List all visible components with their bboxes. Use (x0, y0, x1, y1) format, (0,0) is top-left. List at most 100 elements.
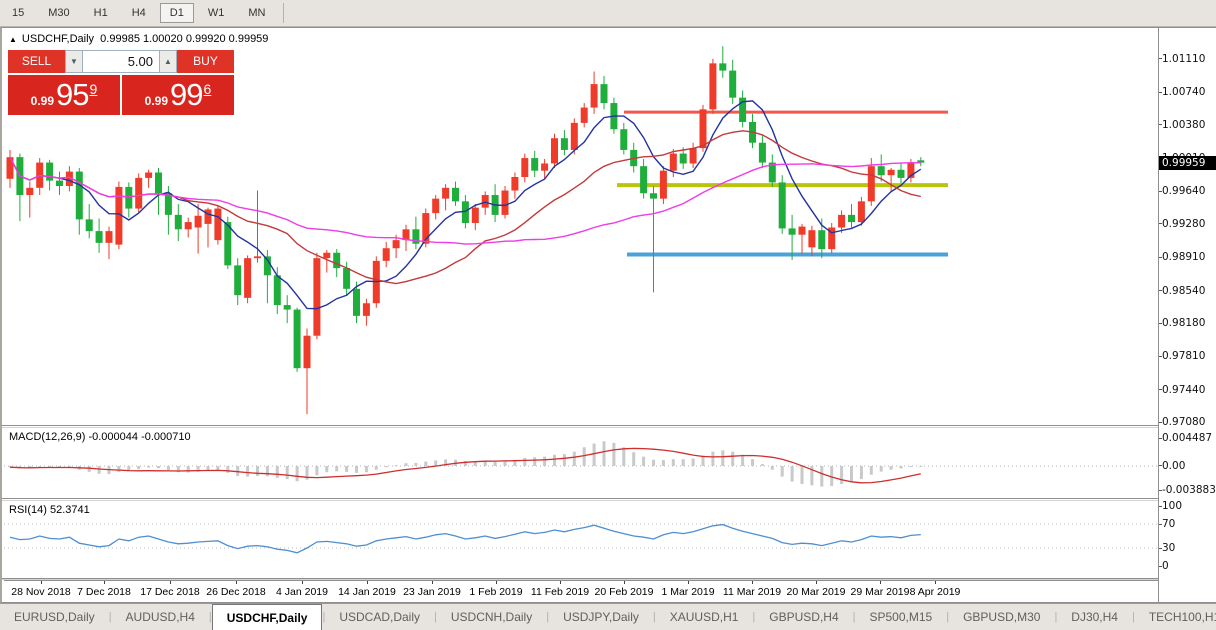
sell-button[interactable]: SELL (8, 50, 65, 73)
date-tick-mark (560, 581, 561, 584)
date-label: 11 Feb 2019 (531, 586, 589, 598)
date-tick-mark (496, 581, 497, 584)
rsi-plot (4, 501, 1158, 578)
date-label: 20 Feb 2019 (595, 586, 654, 598)
price-tick: 0.98180 (1162, 317, 1205, 329)
tab-usdjpy-daily[interactable]: USDJPY,Daily (549, 604, 653, 630)
timeframe-h1[interactable]: H1 (84, 3, 118, 23)
rsi-tick: 30 (1162, 542, 1175, 554)
timeframe-toolbar: 15M30H1H4D1W1MN (0, 0, 1216, 27)
date-tick-mark (236, 581, 237, 584)
date-label: 7 Dec 2018 (77, 586, 131, 598)
date-label: 20 Mar 2019 (787, 586, 846, 598)
sell-price-pip: 9 (90, 81, 98, 97)
date-tick-mark (302, 581, 303, 584)
ohlc-open: 0.99985 (100, 33, 140, 45)
sell-price-tile[interactable]: 0.99 95 9 (8, 75, 120, 115)
date-tick-mark (688, 581, 689, 584)
date-tick-mark (367, 581, 368, 584)
chart-window: ▲ USDCHF,Daily 0.99985 1.00020 0.99920 0.… (0, 27, 1216, 603)
date-label: 23 Jan 2019 (403, 586, 461, 598)
chart-tabs-bar: EURUSD,Daily|AUDUSD,H4|USDCHF,Daily|USDC… (0, 603, 1216, 630)
macd-label: MACD(12,26,9) -0.000044 -0.000710 (9, 431, 191, 443)
tab-usdcad-daily[interactable]: USDCAD,Daily (325, 604, 434, 630)
date-tick-mark (432, 581, 433, 584)
price-tick: 0.97810 (1162, 350, 1205, 362)
macd-tick: 0.00 (1162, 460, 1185, 472)
price-tick: 0.98540 (1162, 285, 1205, 297)
tab-gbpusd-m30[interactable]: GBPUSD,M30 (949, 604, 1054, 630)
buy-price-prefix: 0.99 (145, 94, 168, 108)
date-label: 29 Mar 2019 (851, 586, 910, 598)
date-label: 8 Apr 2019 (910, 586, 961, 598)
price-tick: 0.99640 (1162, 185, 1205, 197)
buy-price-big: 99 (170, 77, 202, 113)
buy-button[interactable]: BUY (177, 50, 234, 73)
price-axis[interactable]: 1.011101.007401.003801.000100.996400.992… (1158, 28, 1216, 602)
date-tick-mark (880, 581, 881, 584)
tab-dj30-h4[interactable]: DJ30,H4 (1057, 604, 1132, 630)
timeframe-mn[interactable]: MN (238, 3, 275, 23)
price-tick: 0.99280 (1162, 218, 1205, 230)
current-price-badge: 0.99959 (1159, 156, 1216, 170)
tab-eurusd-daily[interactable]: EURUSD,Daily (0, 604, 109, 630)
rsi-label: RSI(14) 52.3741 (9, 504, 90, 516)
tab-usdchf-daily[interactable]: USDCHF,Daily (212, 604, 323, 630)
price-tick: 0.98910 (1162, 251, 1205, 263)
ohlc-close: 0.99959 (229, 33, 269, 45)
sell-price-prefix: 0.99 (31, 94, 54, 108)
ohlc-low: 0.99920 (186, 33, 226, 45)
date-label: 1 Mar 2019 (661, 586, 714, 598)
rsi-tick: 0 (1162, 560, 1169, 572)
chart-symbol-label: USDCHF,Daily (22, 33, 94, 45)
date-tick-mark (624, 581, 625, 584)
rsi-tick: 70 (1162, 518, 1175, 530)
date-label: 1 Feb 2019 (469, 586, 522, 598)
date-label: 17 Dec 2018 (140, 586, 200, 598)
collapse-triangle-icon[interactable]: ▲ (9, 35, 17, 44)
main-chart-pane[interactable]: ▲ USDCHF,Daily 0.99985 1.00020 0.99920 0.… (4, 30, 1158, 425)
rsi-pane[interactable]: RSI(14) 52.3741 (4, 501, 1158, 578)
sell-price-big: 95 (56, 77, 88, 113)
timeframe-h4[interactable]: H4 (122, 3, 156, 23)
date-tick-mark (41, 581, 42, 584)
volume-input[interactable] (83, 50, 159, 73)
tab-sp500-m15[interactable]: SP500,M15 (856, 604, 947, 630)
one-click-trade-panel: SELL ▼ ▲ BUY 0.99 95 9 0.99 99 6 (8, 50, 234, 115)
date-label: 28 Nov 2018 (11, 586, 71, 598)
ohlc-high: 1.00020 (143, 33, 183, 45)
toolbar-separator (283, 3, 284, 23)
date-label: 14 Jan 2019 (338, 586, 396, 598)
time-axis[interactable]: 28 Nov 2018 7 Dec 2018 17 Dec 2018 26 Dec 2… (4, 580, 1158, 601)
rsi-tick: 100 (1162, 500, 1182, 512)
price-tick: 1.00740 (1162, 86, 1205, 98)
macd-pane[interactable]: MACD(12,26,9) -0.000044 -0.000710 (4, 428, 1158, 498)
date-label: 26 Dec 2018 (206, 586, 266, 598)
volume-increase-button[interactable]: ▲ (159, 50, 177, 73)
price-tick: 0.97440 (1162, 384, 1205, 396)
price-tick: 1.00380 (1162, 119, 1205, 131)
volume-decrease-button[interactable]: ▼ (65, 50, 83, 73)
date-tick-mark (170, 581, 171, 584)
timeframe-m30[interactable]: M30 (38, 3, 79, 23)
price-tick: 0.97080 (1162, 416, 1205, 428)
price-tick: 1.01110 (1162, 53, 1205, 65)
timeframe-w1[interactable]: W1 (198, 3, 235, 23)
timeframe-15[interactable]: 15 (2, 3, 34, 23)
tab-xauusd-h1[interactable]: XAUUSD,H1 (656, 604, 753, 630)
macd-tick: -0.003883 (1162, 484, 1216, 496)
timeframe-d1[interactable]: D1 (160, 3, 194, 23)
tab-usdcnh-daily[interactable]: USDCNH,Daily (437, 604, 546, 630)
tab-tech100-h1[interactable]: TECH100,H1 (1135, 604, 1216, 630)
date-tick-mark (816, 581, 817, 584)
tab-gbpusd-h4[interactable]: GBPUSD,H4 (755, 604, 852, 630)
macd-tick: 0.004487 (1162, 432, 1212, 444)
buy-price-pip: 6 (204, 81, 212, 97)
date-tick-mark (935, 581, 936, 584)
date-tick-mark (752, 581, 753, 584)
date-tick-mark (104, 581, 105, 584)
chart-header: ▲ USDCHF,Daily 0.99985 1.00020 0.99920 0.… (9, 33, 268, 45)
date-label: 4 Jan 2019 (276, 586, 328, 598)
tab-audusd-h4[interactable]: AUDUSD,H4 (112, 604, 209, 630)
buy-price-tile[interactable]: 0.99 99 6 (122, 75, 234, 115)
